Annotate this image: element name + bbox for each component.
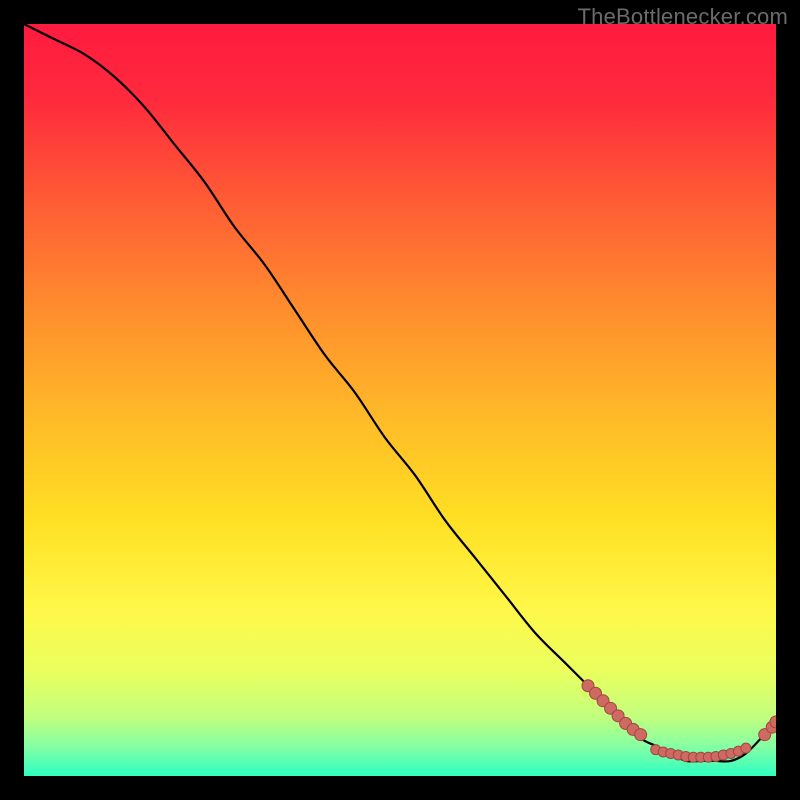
gradient-background [24, 24, 776, 776]
chart-stage: TheBottlenecker.com [0, 0, 800, 800]
marker-dot [741, 743, 751, 753]
watermark-text: TheBottlenecker.com [578, 4, 788, 30]
bottleneck-chart [24, 24, 776, 776]
plot-area [24, 24, 776, 776]
marker-dot [635, 729, 647, 741]
